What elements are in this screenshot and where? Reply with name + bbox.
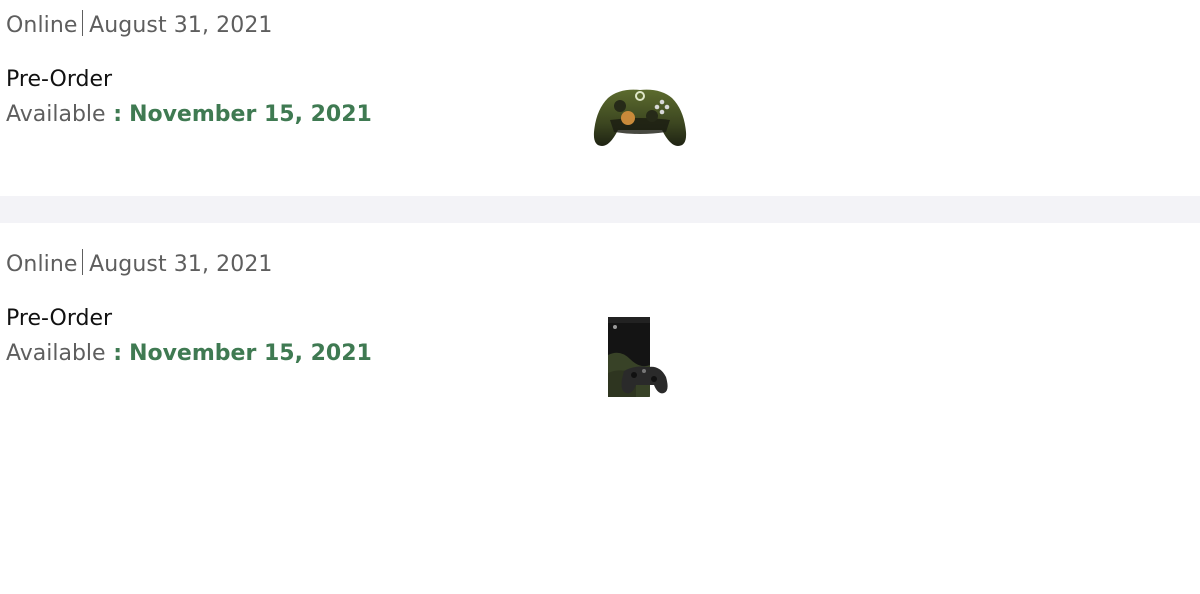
available-separator: : [105,102,123,127]
release-meta: Online August 31, 2021 [6,10,273,38]
channel-label: Online [6,13,78,38]
meta-divider [81,10,84,36]
release-entry: Online August 31, 2021 Pre-Order Availabl… [0,223,1200,594]
preorder-status: Pre-Order [6,306,113,331]
available-separator: : [105,341,123,366]
meta-divider [81,249,84,275]
release-date: August 31, 2021 [89,13,273,38]
availability-line: Available : November 15, 2021 [6,102,372,127]
available-date: November 15, 2021 [129,102,372,127]
channel-label: Online [6,252,78,277]
release-entry: Online August 31, 2021 Pre-Order Availabl… [0,0,1200,196]
preorder-status: Pre-Order [6,67,113,92]
controller-icon[interactable] [590,80,690,160]
available-date: November 15, 2021 [129,341,372,366]
console-icon[interactable] [600,315,672,401]
release-meta: Online August 31, 2021 [6,249,273,277]
release-date: August 31, 2021 [89,252,273,277]
section-separator [0,196,1200,223]
availability-line: Available : November 15, 2021 [6,341,372,366]
available-label: Available [6,341,106,366]
available-label: Available [6,102,106,127]
